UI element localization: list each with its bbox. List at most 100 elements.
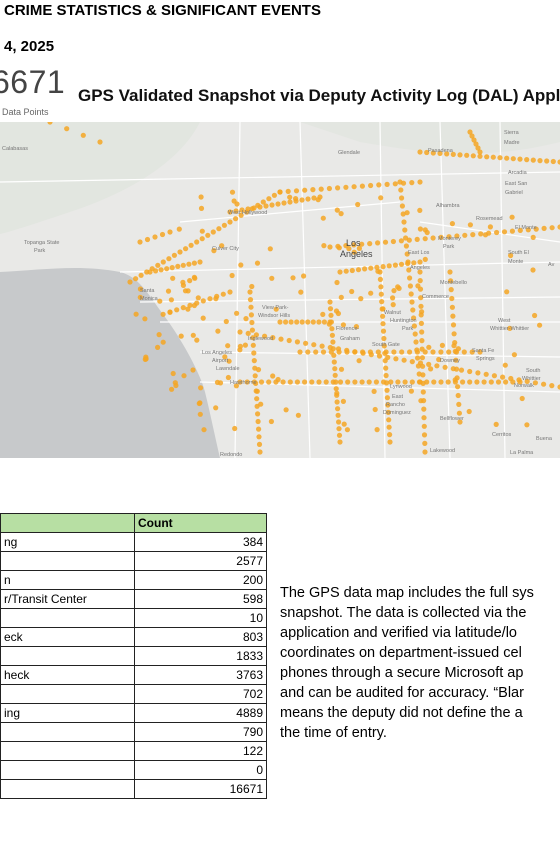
- gps-point: [323, 379, 329, 385]
- gps-point: [187, 278, 193, 284]
- gps-point: [248, 304, 254, 310]
- gps-point: [142, 316, 148, 322]
- gps-point: [197, 411, 203, 417]
- row-count: 122: [134, 741, 267, 761]
- gps-point: [449, 304, 455, 310]
- gps-point: [415, 363, 421, 369]
- map-place-label: Redondo: [220, 452, 242, 458]
- gps-point: [407, 283, 413, 289]
- gps-point: [532, 312, 538, 319]
- gps-point: [182, 288, 189, 294]
- map-place-label: Glendale: [338, 150, 360, 156]
- gps-point: [310, 319, 316, 325]
- gps-point: [295, 412, 301, 418]
- gps-point: [229, 189, 236, 195]
- gps-point: [483, 371, 489, 377]
- gps-point: [170, 370, 176, 377]
- gps-point: [451, 331, 457, 337]
- gps-point: [360, 349, 366, 355]
- gps-point: [257, 449, 263, 455]
- gps-point: [409, 180, 415, 186]
- gps-point: [190, 367, 196, 373]
- gps-point: [367, 241, 373, 247]
- gps-point: [387, 439, 393, 445]
- map-place-label: Calabasas: [2, 146, 28, 152]
- gps-point: [420, 389, 426, 395]
- gps-point: [247, 289, 253, 295]
- row-label: [0, 608, 135, 628]
- road: [439, 122, 451, 458]
- gps-point: [250, 342, 256, 348]
- row-label: r/Transit Center: [0, 589, 135, 609]
- gps-point: [169, 386, 175, 392]
- gps-point: [349, 288, 355, 295]
- table-row: 10: [0, 608, 267, 628]
- gps-point: [257, 204, 263, 210]
- gps-point: [223, 318, 229, 325]
- gps-point: [327, 306, 334, 312]
- map-place-label: Dominguez: [383, 410, 411, 416]
- kpi-caption: Data Points: [2, 107, 49, 117]
- row-count: 3763: [134, 665, 267, 685]
- gps-point: [384, 387, 390, 393]
- gps-point: [550, 158, 556, 165]
- gps-point: [359, 379, 365, 385]
- gps-point: [417, 379, 423, 385]
- gps-point: [549, 383, 555, 389]
- gps-point: [254, 260, 261, 266]
- gps-point: [233, 216, 239, 222]
- gps-point: [462, 232, 468, 238]
- map-place-label: Los Angeles: [202, 350, 232, 356]
- map-place-label: West: [498, 318, 511, 324]
- gps-point: [337, 439, 343, 445]
- gps-point: [137, 239, 143, 245]
- gps-point: [183, 246, 189, 252]
- gps-point: [175, 263, 181, 269]
- gps-point: [349, 267, 355, 274]
- paragraph-line: snapshot. The data is collected via the: [280, 605, 527, 621]
- gps-point: [372, 406, 378, 413]
- gps-point: [180, 305, 186, 311]
- gps-point: [198, 385, 204, 391]
- gps-point: [249, 319, 255, 326]
- gps-point: [467, 379, 473, 385]
- map-place-label: Norwalk: [514, 383, 534, 389]
- gps-point: [380, 321, 386, 327]
- gps-point: [549, 225, 555, 231]
- gps-point: [373, 379, 379, 385]
- map-place-label: Buena: [536, 436, 553, 442]
- gps-point: [399, 349, 405, 355]
- map-place-label: Culver City: [212, 246, 239, 252]
- gps-point: [403, 235, 409, 241]
- gps-point: [336, 426, 342, 432]
- gps-point: [457, 152, 463, 158]
- gps-point: [434, 363, 440, 369]
- map-place-label: South El: [508, 250, 529, 256]
- row-label: n: [0, 570, 135, 590]
- gps-point: [407, 349, 413, 355]
- gps-point: [158, 267, 164, 273]
- gps-point: [167, 229, 173, 235]
- gps-point: [415, 283, 421, 289]
- gps-point: [302, 379, 308, 385]
- gps-point: [155, 344, 161, 350]
- gps-point: [438, 349, 444, 355]
- gps-point: [467, 368, 473, 375]
- gps-point: [337, 269, 343, 275]
- gps-point: [287, 379, 293, 385]
- gps-point: [171, 252, 177, 258]
- gps-point: [379, 299, 385, 305]
- gps-point: [412, 331, 418, 337]
- gps-point: [375, 268, 381, 274]
- table-row: n 200: [0, 570, 267, 590]
- gps-point: [237, 329, 243, 335]
- gps-point: [418, 398, 424, 404]
- map-place-label: Montebello: [440, 280, 467, 286]
- gps-point: [419, 309, 425, 315]
- gps-point: [286, 337, 292, 344]
- gps-point: [421, 415, 427, 421]
- gps-point: [210, 229, 216, 235]
- gps-point: [530, 157, 536, 163]
- gps-point: [269, 202, 275, 208]
- gps-point: [216, 226, 222, 232]
